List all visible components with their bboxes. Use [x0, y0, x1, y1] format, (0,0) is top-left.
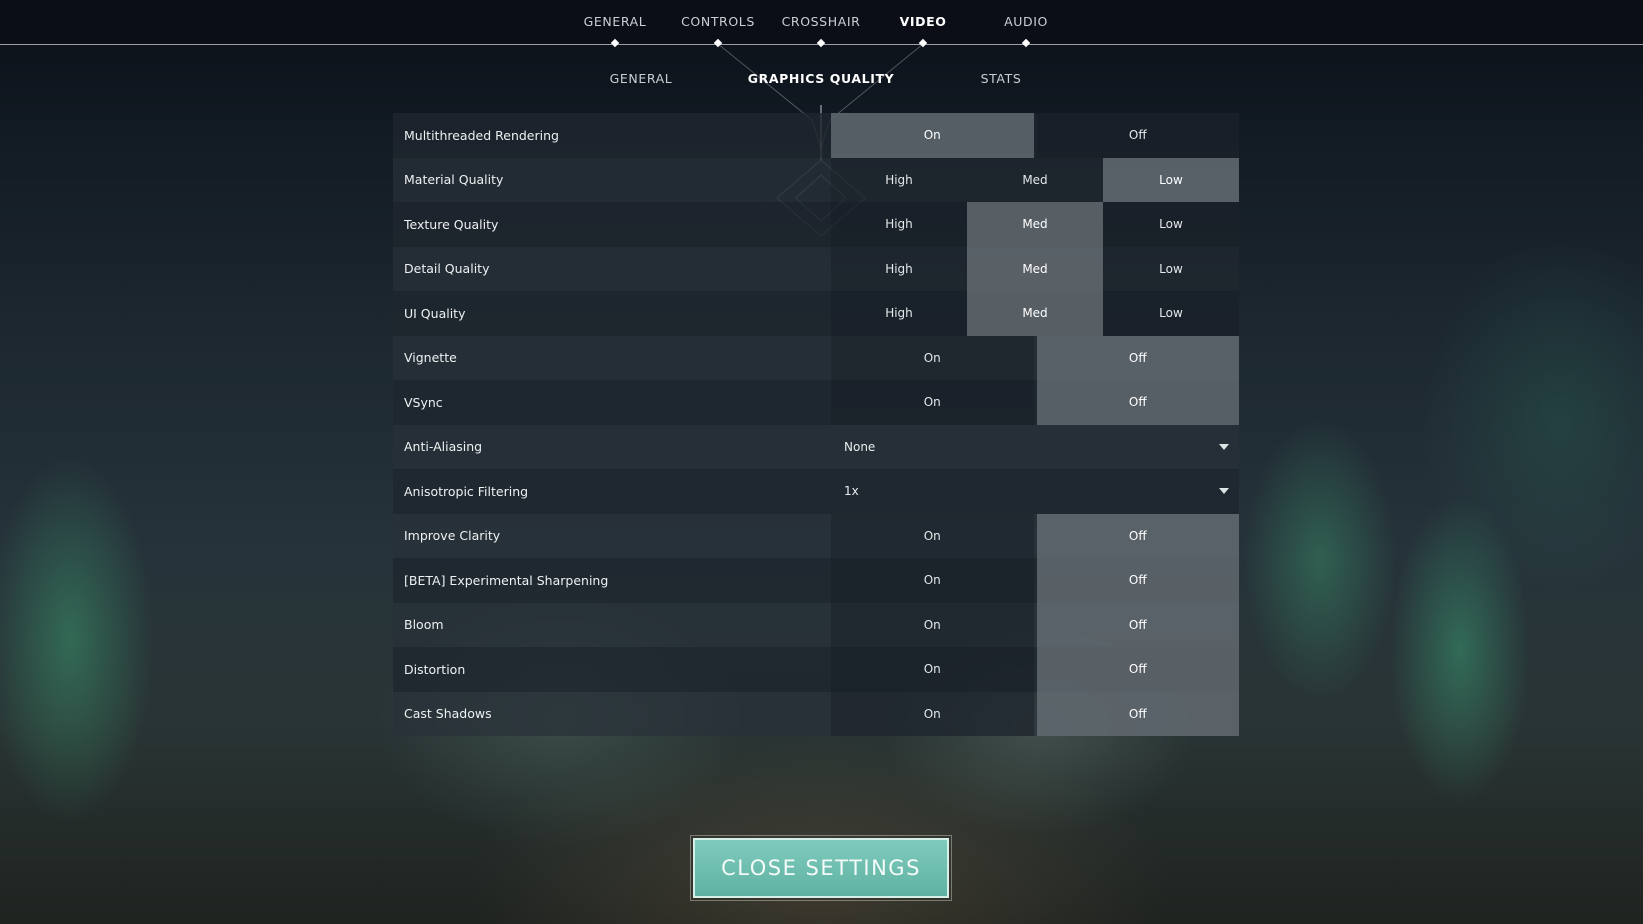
- setting-label: Distortion: [404, 661, 466, 677]
- close-settings-button[interactable]: CLOSE SETTINGS: [690, 835, 952, 901]
- setting-row-improve-clarity: Improve Clarity On Off: [393, 513, 1239, 558]
- tab-video[interactable]: VIDEO: [900, 14, 947, 29]
- option-med[interactable]: Med: [967, 291, 1103, 336]
- option-group: On Off: [831, 558, 1239, 603]
- setting-row-multithreaded-rendering: Multithreaded Rendering On Off: [393, 113, 1239, 158]
- option-group: On Off: [831, 602, 1239, 647]
- option-off[interactable]: Off: [1036, 602, 1239, 647]
- tab-controls[interactable]: CONTROLS: [681, 14, 755, 29]
- option-on[interactable]: On: [831, 647, 1034, 692]
- setting-row-anti-aliasing: Anti-Aliasing None: [393, 424, 1239, 470]
- option-off[interactable]: Off: [1036, 380, 1239, 425]
- option-group: On Off: [831, 380, 1239, 425]
- setting-label: UI Quality: [404, 305, 466, 321]
- setting-label: Material Quality: [404, 172, 504, 188]
- subtab-stats[interactable]: STATS: [981, 71, 1022, 86]
- option-on[interactable]: On: [831, 558, 1034, 603]
- option-high[interactable]: High: [831, 157, 967, 202]
- setting-label: Texture Quality: [404, 216, 499, 232]
- setting-row-vsync: VSync On Off: [393, 380, 1239, 425]
- option-med[interactable]: Med: [967, 202, 1103, 247]
- subtab-graphics-quality[interactable]: GRAPHICS QUALITY: [748, 71, 894, 86]
- diamond-icon: [610, 38, 620, 48]
- setting-label: Cast Shadows: [404, 706, 492, 722]
- option-low[interactable]: Low: [1103, 157, 1239, 202]
- setting-row-ui-quality: UI Quality High Med Low: [393, 291, 1239, 336]
- option-on[interactable]: On: [831, 335, 1034, 380]
- option-off[interactable]: Off: [1036, 513, 1239, 558]
- diamond-icon: [713, 38, 723, 48]
- dropdown-value: 1x: [844, 484, 859, 499]
- anisotropic-filtering-dropdown[interactable]: 1x: [831, 469, 1239, 514]
- option-med[interactable]: Med: [967, 246, 1103, 291]
- option-on[interactable]: On: [831, 691, 1034, 736]
- setting-label: VSync: [404, 394, 443, 410]
- setting-label: Anisotropic Filtering: [404, 483, 529, 499]
- dropdown-value: None: [844, 439, 876, 454]
- setting-row-material-quality: Material Quality High Med Low: [393, 157, 1239, 202]
- option-off[interactable]: Off: [1036, 335, 1239, 380]
- setting-label: Vignette: [404, 350, 457, 366]
- tab-crosshair[interactable]: CROSSHAIR: [782, 14, 861, 29]
- setting-label: Anti-Aliasing: [404, 439, 483, 455]
- option-low[interactable]: Low: [1103, 291, 1239, 336]
- option-med[interactable]: Med: [967, 157, 1103, 202]
- diamond-icon: [816, 38, 826, 48]
- option-high[interactable]: High: [831, 291, 967, 336]
- option-group: High Med Low: [831, 291, 1239, 336]
- option-off[interactable]: Off: [1036, 113, 1239, 158]
- diamond-icon: [1021, 38, 1031, 48]
- chevron-down-icon: [1219, 488, 1229, 495]
- anti-aliasing-dropdown[interactable]: None: [831, 425, 1239, 470]
- option-on[interactable]: On: [831, 380, 1034, 425]
- option-group: High Med Low: [831, 246, 1239, 291]
- option-low[interactable]: Low: [1103, 202, 1239, 247]
- setting-row-detail-quality: Detail Quality High Med Low: [393, 246, 1239, 291]
- option-group: High Med Low: [831, 157, 1239, 202]
- option-group: On Off: [831, 113, 1239, 158]
- option-high[interactable]: High: [831, 202, 967, 247]
- top-nav-bar: GENERAL CONTROLS CROSSHAIR VIDEO AUDIO: [0, 0, 1643, 48]
- subtab-general[interactable]: GENERAL: [610, 71, 673, 86]
- tab-general[interactable]: GENERAL: [584, 14, 647, 29]
- option-on[interactable]: On: [831, 113, 1034, 158]
- option-off[interactable]: Off: [1036, 647, 1239, 692]
- settings-table: Multithreaded Rendering On Off Material …: [393, 113, 1239, 736]
- option-on[interactable]: On: [831, 602, 1034, 647]
- setting-row-cast-shadows: Cast Shadows On Off: [393, 691, 1239, 736]
- setting-label: Improve Clarity: [404, 528, 501, 544]
- setting-row-vignette: Vignette On Off: [393, 335, 1239, 380]
- option-group: On Off: [831, 691, 1239, 736]
- option-group: On Off: [831, 335, 1239, 380]
- option-low[interactable]: Low: [1103, 246, 1239, 291]
- setting-label: Multithreaded Rendering: [404, 127, 559, 143]
- setting-row-texture-quality: Texture Quality High Med Low: [393, 202, 1239, 247]
- option-high[interactable]: High: [831, 246, 967, 291]
- setting-row-distortion: Distortion On Off: [393, 647, 1239, 692]
- setting-label: Detail Quality: [404, 261, 490, 277]
- option-group: On Off: [831, 513, 1239, 558]
- setting-row-anisotropic-filtering: Anisotropic Filtering 1x: [393, 469, 1239, 514]
- setting-row-bloom: Bloom On Off: [393, 602, 1239, 647]
- option-off[interactable]: Off: [1036, 558, 1239, 603]
- diamond-icon: [918, 38, 928, 48]
- setting-label: Bloom: [404, 617, 444, 633]
- option-on[interactable]: On: [831, 513, 1034, 558]
- tab-audio[interactable]: AUDIO: [1004, 14, 1048, 29]
- option-group: On Off: [831, 647, 1239, 692]
- chevron-down-icon: [1219, 443, 1229, 450]
- setting-row-experimental-sharpening: [BETA] Experimental Sharpening On Off: [393, 558, 1239, 603]
- setting-label: [BETA] Experimental Sharpening: [404, 572, 609, 588]
- option-group: High Med Low: [831, 202, 1239, 247]
- option-off[interactable]: Off: [1036, 691, 1239, 736]
